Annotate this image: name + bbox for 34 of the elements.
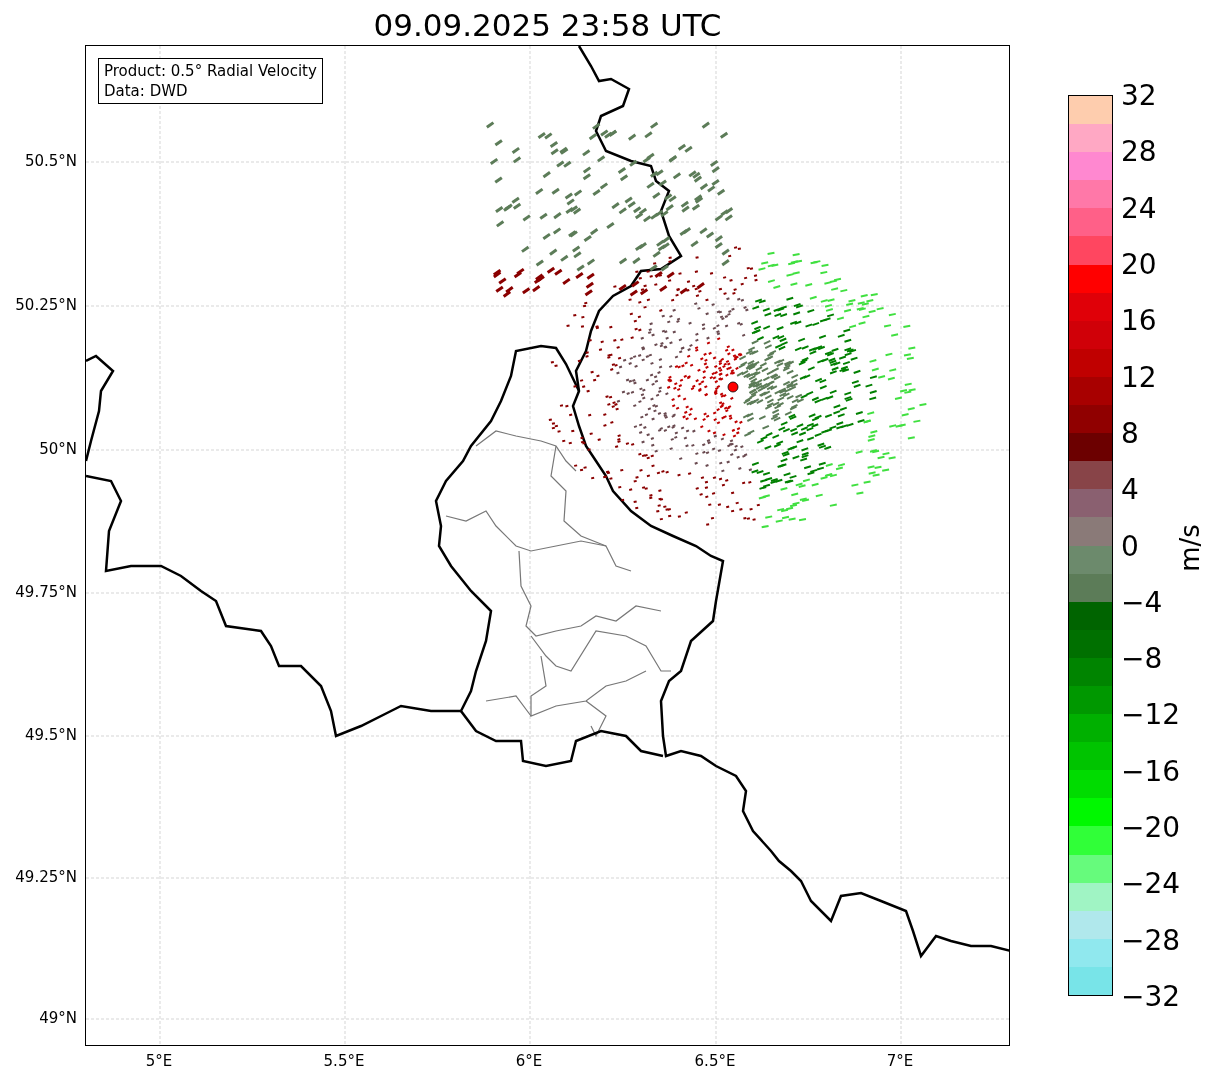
longitude-tick-label: 5.5°E — [323, 1052, 365, 1070]
colorbar-tick-label: −28 — [1121, 923, 1181, 957]
colorbar-tick-label: 16 — [1121, 303, 1157, 337]
colorbar-tick-label: −32 — [1121, 979, 1181, 1013]
latitude-tick-label: 49.25°N — [15, 868, 77, 886]
colorbar-tick-label: 28 — [1121, 134, 1157, 168]
colorbar-unit-label: m/s — [1175, 524, 1205, 572]
colorbar-tick-label: 12 — [1121, 360, 1157, 394]
longitude-tick-label: 6°E — [515, 1052, 543, 1070]
latitude-tick-label: 49.75°N — [15, 583, 77, 601]
latitude-tick-label: 50.25°N — [15, 296, 77, 314]
latitude-tick-label: 50°N — [39, 440, 77, 458]
latitude-tick-label: 49.5°N — [24, 726, 77, 744]
colorbar-tick-label: 24 — [1121, 191, 1157, 225]
colorbar-tick-label: −12 — [1121, 697, 1181, 731]
longitude-tick-label: 7°E — [886, 1052, 914, 1070]
info-text: Product: 0.5° Radial Velocity — [104, 61, 317, 81]
colorbar-tick-label: −8 — [1121, 641, 1163, 675]
colorbar-tick-label: −4 — [1121, 585, 1163, 619]
longitude-tick-label: 6.5°E — [694, 1052, 736, 1070]
latitude-tick-label: 49°N — [39, 1009, 77, 1027]
radar-site-marker — [727, 381, 739, 393]
colorbar-tick-label: 0 — [1121, 529, 1139, 562]
plot-title: 09.09.2025 23:58 UTC — [372, 6, 723, 45]
colorbar-tick-label: −16 — [1121, 754, 1181, 788]
colorbar-tick-label: 32 — [1121, 78, 1157, 112]
longitude-tick-label: 5°E — [145, 1052, 173, 1070]
info-text: Data: DWD — [104, 81, 189, 101]
colorbar-tick-label: 20 — [1121, 247, 1157, 281]
colorbar-tick-label: −24 — [1121, 866, 1181, 900]
latitude-tick-label: 50.5°N — [24, 152, 77, 170]
colorbar-tick-label: 4 — [1121, 472, 1139, 506]
colorbar-tick-label: 8 — [1121, 416, 1139, 450]
colorbar-tick-label: −20 — [1121, 810, 1181, 844]
